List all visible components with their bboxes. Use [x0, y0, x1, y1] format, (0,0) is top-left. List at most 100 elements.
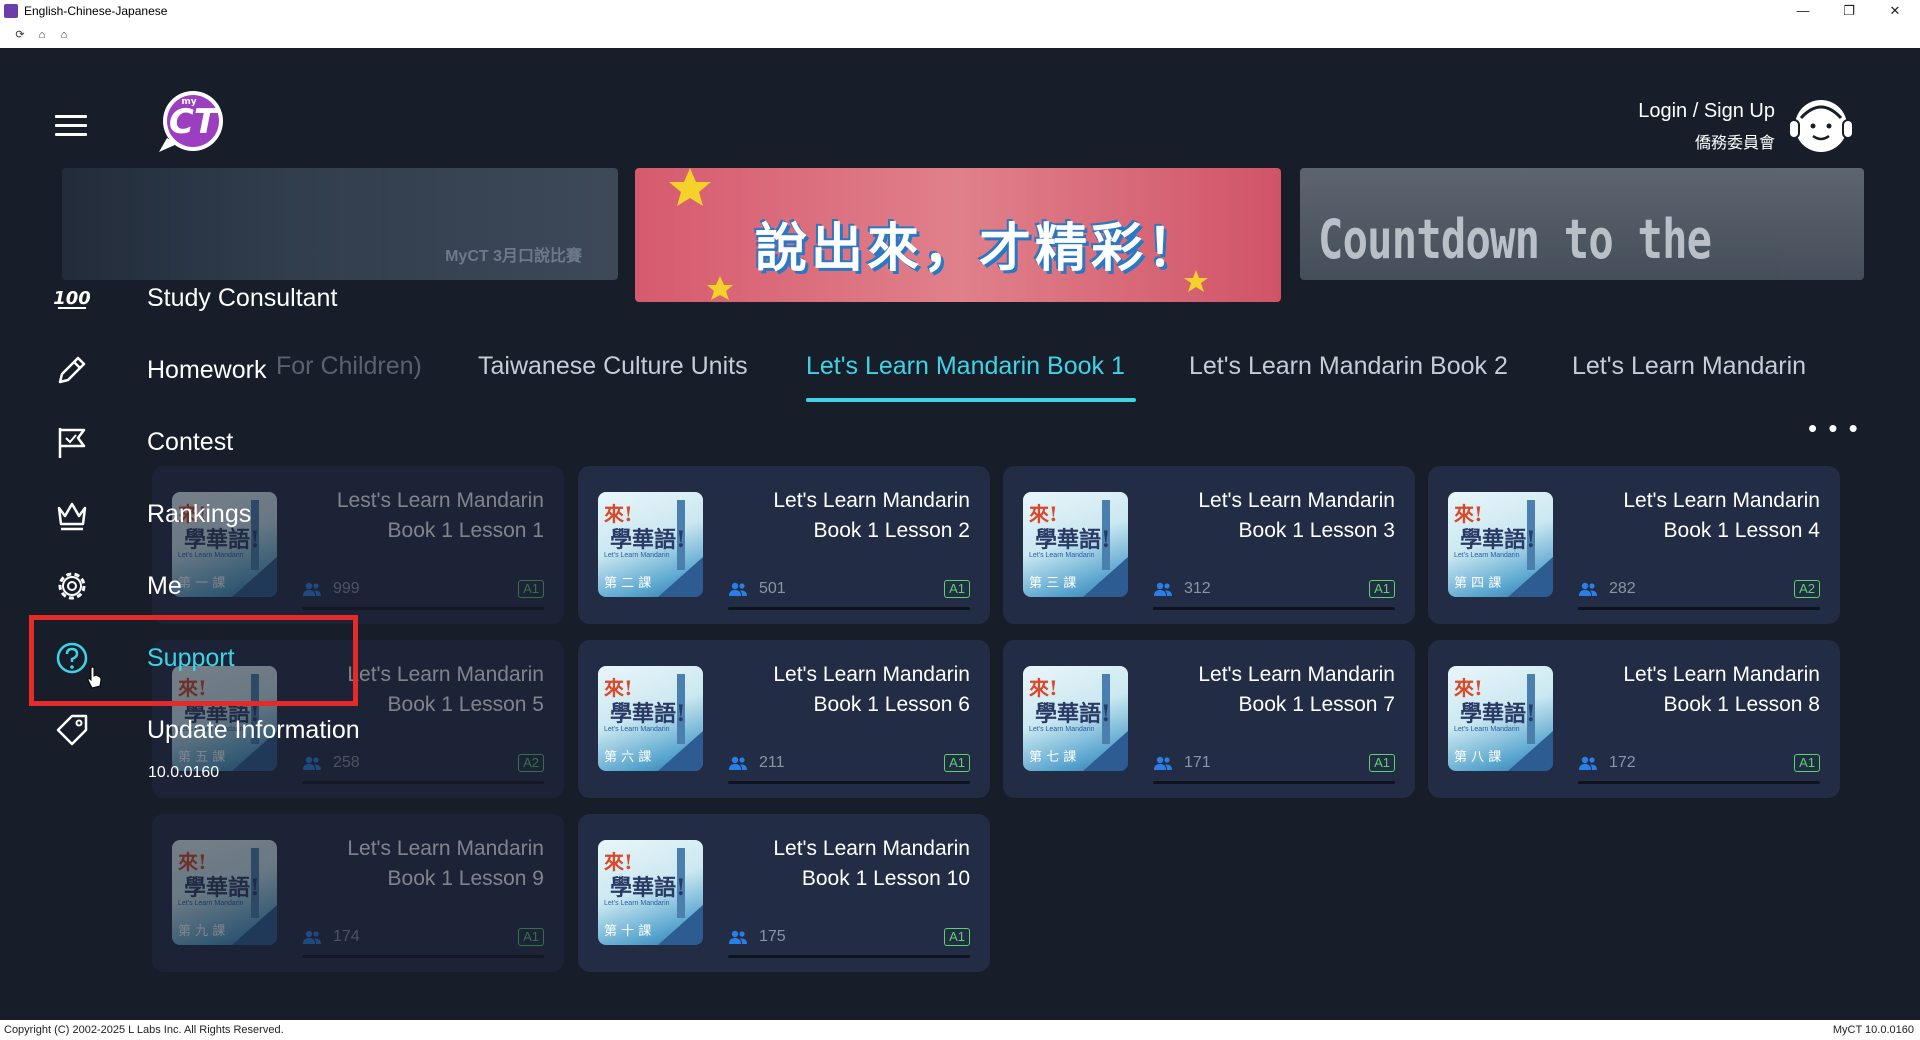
mountain-icon [1508, 557, 1553, 597]
thumb-book: Let's Learn Mandarin [1029, 552, 1095, 559]
level-badge: A1 [1794, 754, 1820, 772]
lesson-title: Let's Learn Mandarin Book 1 Lesson 6 [710, 660, 970, 720]
progress-bar [728, 781, 970, 784]
lesson-card[interactable]: 來! 學華語! Let's Learn Mandarin 第 八 課 Let's Lea… [1428, 640, 1840, 798]
learner-count: 175 [759, 928, 786, 945]
home-alt-icon[interactable]: ⌂ [56, 27, 72, 43]
sidebar-item-study-consultant[interactable]: 100 Study Consultant [30, 270, 370, 326]
flag-icon [58, 428, 86, 458]
lesson-card[interactable]: 來! 學華語! Let's Learn Mandarin 第 六 課 Let's Lea… [578, 640, 990, 798]
lesson-title-line-1: Let's Learn Mandarin [773, 837, 970, 860]
minimize-button[interactable]: — [1780, 0, 1826, 22]
restore-button[interactable]: ❐ [1826, 0, 1872, 22]
sidebar-item-label: Homework [147, 356, 267, 384]
active-tab-indicator [806, 398, 1136, 402]
thumb-xue: 學華語! [610, 527, 686, 553]
mountain-icon [1083, 731, 1128, 771]
lesson-title-line-2: Book 1 Lesson 3 [1238, 519, 1395, 542]
nav-toolbar: ⟳ ⌂ ⌂ [0, 22, 1920, 49]
banner-wbc-countdown[interactable]: Countdown to the 2026 WBC [1300, 168, 1864, 280]
lesson-thumbnail: 來! 學華語! Let's Learn Mandarin 第 六 課 [598, 666, 703, 771]
pencil-icon [58, 356, 86, 384]
tab-taiwanese-culture[interactable]: Taiwanese Culture Units [478, 352, 748, 381]
thumb-lesson: 第 七 課 [1029, 750, 1077, 765]
lesson-title-line-1: Let's Learn Mandarin [773, 663, 970, 686]
users-icon [1579, 582, 1597, 596]
lesson-title-line-2: Book 1 Lesson 10 [801, 867, 970, 890]
thumb-xue: 學華語! [610, 701, 686, 727]
lesson-title-line-2: Book 1 Lesson 6 [813, 693, 970, 716]
sidebar-item-label: Me [147, 572, 182, 600]
thumb-book: Let's Learn Mandarin [604, 900, 670, 907]
users-icon [1154, 582, 1172, 596]
sidebar-item-label: Update Information [147, 716, 360, 744]
close-button[interactable]: ✕ [1872, 0, 1918, 22]
thumb-book: Let's Learn Mandarin [1029, 726, 1095, 733]
level-badge: A1 [944, 928, 970, 946]
org-label: 僑務委員會 [1694, 135, 1775, 152]
tab-book-1[interactable]: Let's Learn Mandarin Book 1 [806, 352, 1125, 381]
users-icon [729, 930, 747, 944]
lesson-thumbnail: 來! 學華語! Let's Learn Mandarin 第 七 課 [1023, 666, 1128, 771]
status-bar: Copyright (C) 2002-2025 L Labs Inc. All … [0, 1020, 1920, 1040]
thumb-xue: 學華語! [1035, 701, 1111, 727]
login-area[interactable]: Login / Sign Up 僑務委員會 [1638, 100, 1775, 153]
lesson-card[interactable]: 來! 學華語! Let's Learn Mandarin 第 十 課 Let's Lea… [578, 814, 990, 972]
window-title: English-Chinese-Japanese [24, 4, 168, 18]
mascot-avatar-icon[interactable] [1787, 96, 1855, 156]
level-badge: A1 [1369, 580, 1395, 598]
more-options-button[interactable]: • • • [1808, 415, 1860, 441]
sidebar-item-rankings[interactable]: Rankings [30, 486, 370, 542]
lesson-card[interactable]: 來!學華語!Let's Learn Mandarin第 九 課Let's Lea… [152, 814, 564, 972]
sidebar-item-me[interactable]: Me [30, 558, 370, 614]
lesson-title: Let's Learn Mandarin Book 1 Lesson 8 [1560, 660, 1820, 720]
svg-text:100: 100 [54, 288, 90, 309]
lesson-title-line-1: Let's Learn Mandarin [1623, 489, 1820, 512]
sidebar-item-contest[interactable]: Contest [30, 414, 370, 470]
tag-icon [56, 714, 88, 746]
lesson-title: Let's Learn Mandarin Book 1 Lesson 7 [1135, 660, 1395, 720]
learner-count: 312 [1184, 580, 1211, 597]
mountain-icon [1083, 557, 1128, 597]
lesson-thumbnail: 來! 學華語! Let's Learn Mandarin 第 四 課 [1448, 492, 1553, 597]
thumb-xue: 學華語! [1035, 527, 1111, 553]
lesson-title: Let's Learn Mandarin Book 1 Lesson 10 [710, 834, 970, 894]
myct-logo[interactable]: CT my [155, 88, 227, 154]
banner-speak-out[interactable]: 說出來，才精彩！ [635, 168, 1281, 302]
svg-text:my: my [181, 97, 196, 107]
banner-speaking-contest[interactable]: MyCT 3月口說比賽 [62, 168, 618, 280]
banner-mid-title: 說出來，才精彩！ [755, 220, 1204, 278]
level-badge: A1 [944, 754, 970, 772]
thumb-xue: 學華語! [1460, 527, 1536, 553]
thumb-lesson: 第 二 課 [604, 576, 652, 591]
app-icon [4, 4, 18, 18]
hand-cursor-icon [87, 666, 102, 689]
hamburger-menu-icon[interactable] [55, 115, 87, 137]
sidebar-item-homework[interactable]: Homework [30, 342, 370, 398]
lesson-title-line-2: Book 1 Lesson 4 [1663, 519, 1820, 542]
window-titlebar: English-Chinese-Japanese — ❐ ✕ [0, 0, 1920, 22]
users-icon [1579, 756, 1597, 770]
home-icon[interactable]: ⌂ [34, 27, 50, 43]
tab-book-2[interactable]: Let's Learn Mandarin Book 2 [1189, 352, 1508, 381]
card-overlay [152, 814, 564, 972]
reload-icon[interactable]: ⟳ [12, 27, 28, 43]
level-badge: A1 [944, 580, 970, 598]
lesson-card[interactable]: 來! 學華語! Let's Learn Mandarin 第 七 課 Let's Lea… [1003, 640, 1415, 798]
tab-book-3[interactable]: Let's Learn Mandarin [1572, 352, 1810, 381]
learner-count: 211 [759, 754, 785, 771]
lesson-title-line-2: Book 1 Lesson 2 [813, 519, 970, 542]
lesson-card[interactable]: 來! 學華語! Let's Learn Mandarin 第 二 課 Let's Lea… [578, 466, 990, 624]
users-icon [729, 582, 747, 596]
support-highlight-box [29, 615, 358, 706]
lesson-title-line-1: Let's Learn Mandarin [1198, 489, 1395, 512]
lesson-thumbnail: 來! 學華語! Let's Learn Mandarin 第 三 課 [1023, 492, 1128, 597]
banner-left-caption: MyCT 3月口說比賽 [445, 248, 582, 265]
lesson-card[interactable]: 來! 學華語! Let's Learn Mandarin 第 三 課 Let's Lea… [1003, 466, 1415, 624]
lesson-title-line-2: Book 1 Lesson 7 [1238, 693, 1395, 716]
lesson-title-line-1: Let's Learn Mandarin [1198, 663, 1395, 686]
lesson-title-line-1: Let's Learn Mandarin [773, 489, 970, 512]
sidebar-item-update-information[interactable]: Update Information [30, 702, 370, 758]
lesson-card[interactable]: 來! 學華語! Let's Learn Mandarin 第 四 課 Let's Lea… [1428, 466, 1840, 624]
login-signup-link[interactable]: Login / Sign Up [1638, 100, 1775, 123]
